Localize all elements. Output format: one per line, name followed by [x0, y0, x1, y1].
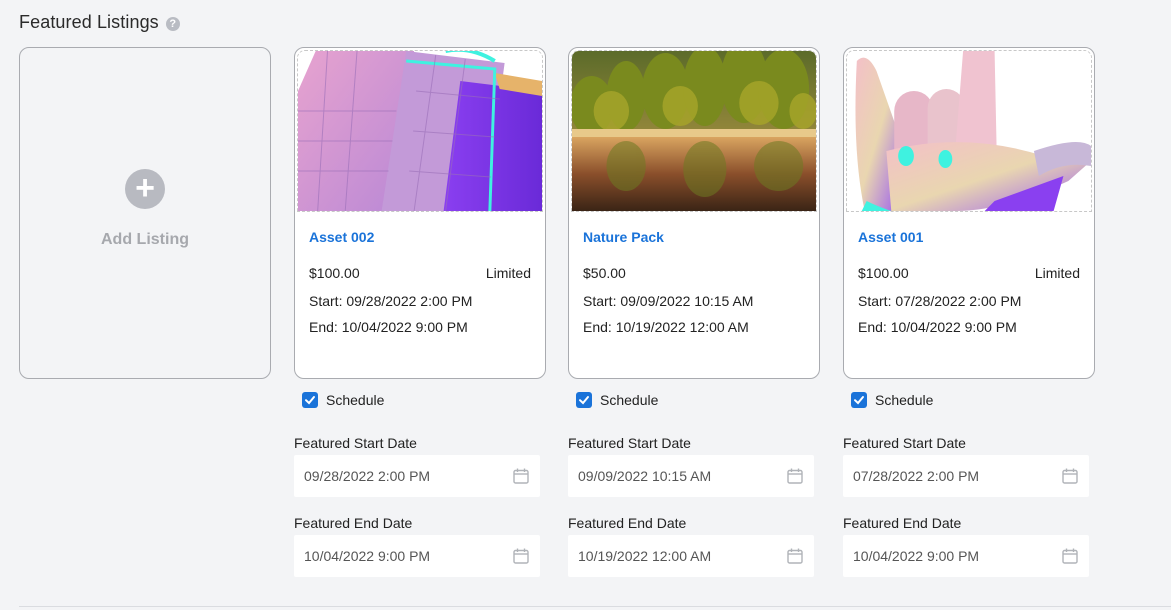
featured-end-input[interactable]: 10/19/2022 12:00 AM — [568, 535, 814, 577]
listing-title[interactable]: Asset 001 — [858, 229, 1080, 245]
listing-title[interactable]: Asset 002 — [309, 229, 531, 245]
schedule-label: Schedule — [875, 392, 934, 408]
listing-end: End: 10/04/2022 9:00 PM — [858, 319, 1017, 335]
featured-listing: Asset 001 $100.00 Limited Start: 07/28/2… — [843, 47, 1095, 577]
schedule-checkbox[interactable] — [302, 392, 318, 408]
listing-price: $100.00 — [858, 265, 909, 281]
listing-price: $100.00 — [309, 265, 360, 281]
schedule-option: Schedule — [302, 392, 546, 408]
featured-end-input[interactable]: 10/04/2022 9:00 PM — [294, 535, 540, 577]
featured-end-value: 10/19/2022 12:00 AM — [578, 548, 712, 564]
add-listing-label: Add Listing — [101, 231, 189, 248]
featured-end-label: Featured End Date — [568, 515, 687, 531]
schedule-option: Schedule — [576, 392, 820, 408]
featured-end-value: 10/04/2022 9:00 PM — [853, 548, 980, 564]
featured-listing: Asset 002 $100.00 Limited Start: 09/28/2… — [294, 47, 546, 577]
page-title: Featured Listings — [19, 12, 159, 32]
calendar-icon[interactable] — [512, 547, 530, 565]
featured-start-label: Featured Start Date — [294, 435, 417, 451]
listing-end: End: 10/04/2022 9:00 PM — [309, 319, 468, 335]
schedule-checkbox[interactable] — [851, 392, 867, 408]
featured-start-value: 09/28/2022 2:00 PM — [304, 468, 431, 484]
featured-end-label: Featured End Date — [294, 515, 413, 531]
listing-card[interactable]: Asset 002 $100.00 Limited Start: 09/28/2… — [294, 47, 546, 379]
featured-end-input[interactable]: 10/04/2022 9:00 PM — [843, 535, 1089, 577]
featured-listing: Nature Pack $50.00 Start: 09/09/2022 10:… — [568, 47, 820, 577]
section-divider — [19, 606, 1171, 607]
listing-card[interactable]: Nature Pack $50.00 Start: 09/09/2022 10:… — [568, 47, 820, 379]
listing-start: Start: 07/28/2022 2:00 PM — [858, 293, 1022, 309]
featured-start-input[interactable]: 09/28/2022 2:00 PM — [294, 455, 540, 497]
listing-tag: Limited — [1034, 265, 1080, 281]
listing-thumbnail — [846, 50, 1092, 212]
calendar-icon[interactable] — [786, 547, 804, 565]
schedule-label: Schedule — [326, 392, 385, 408]
listing-start: Start: 09/09/2022 10:15 AM — [583, 293, 754, 309]
calendar-icon[interactable] — [786, 467, 804, 485]
check-icon — [305, 396, 315, 405]
featured-start-label: Featured Start Date — [843, 435, 966, 451]
plus-circle-icon: + — [125, 169, 165, 209]
calendar-icon[interactable] — [1061, 547, 1079, 565]
section-header: Featured Listings ? — [19, 12, 180, 33]
listing-title[interactable]: Nature Pack — [583, 229, 805, 245]
listing-thumbnail — [297, 50, 543, 212]
listing-price: $50.00 — [583, 265, 626, 281]
featured-start-value: 07/28/2022 2:00 PM — [853, 468, 980, 484]
listing-card[interactable]: Asset 001 $100.00 Limited Start: 07/28/2… — [843, 47, 1095, 379]
calendar-icon[interactable] — [1061, 467, 1079, 485]
featured-end-value: 10/04/2022 9:00 PM — [304, 548, 431, 564]
check-icon — [854, 396, 864, 405]
listing-tag: Limited — [485, 265, 531, 281]
featured-start-input[interactable]: 07/28/2022 2:00 PM — [843, 455, 1089, 497]
featured-start-label: Featured Start Date — [568, 435, 691, 451]
add-listing-button[interactable]: + Add Listing — [19, 47, 271, 379]
schedule-checkbox[interactable] — [576, 392, 592, 408]
listing-start: Start: 09/28/2022 2:00 PM — [309, 293, 473, 309]
calendar-icon[interactable] — [512, 467, 530, 485]
featured-start-input[interactable]: 09/09/2022 10:15 AM — [568, 455, 814, 497]
check-icon — [579, 396, 589, 405]
featured-start-value: 09/09/2022 10:15 AM — [578, 468, 712, 484]
schedule-label: Schedule — [600, 392, 659, 408]
listing-end: End: 10/19/2022 12:00 AM — [583, 319, 749, 335]
help-circle-icon[interactable]: ? — [165, 17, 180, 31]
listing-thumbnail — [571, 50, 817, 212]
schedule-option: Schedule — [851, 392, 1095, 408]
featured-end-label: Featured End Date — [843, 515, 962, 531]
